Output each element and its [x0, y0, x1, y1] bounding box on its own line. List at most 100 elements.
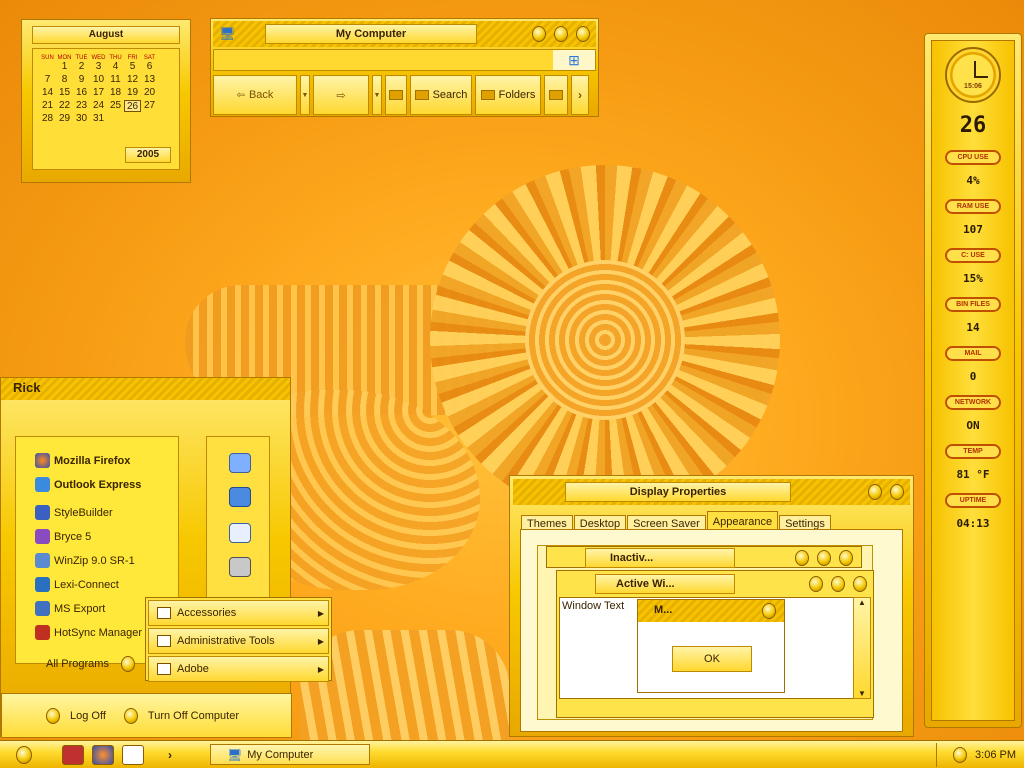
widget-label[interactable]: UPTIME	[945, 493, 1001, 508]
calendar-day[interactable]: 27	[141, 100, 158, 112]
calendar-day[interactable]: 13	[141, 74, 158, 86]
program-icon	[35, 529, 50, 544]
start-menu-places-pane	[206, 436, 270, 606]
calendar-day[interactable]: 7	[39, 74, 56, 86]
calendar-day[interactable]: 12	[124, 74, 141, 86]
back-button[interactable]: ⇦ Back	[213, 75, 297, 115]
all-programs-label: All Programs	[46, 658, 109, 670]
turn-off-icon[interactable]	[123, 707, 138, 724]
calendar-day[interactable]: 29	[56, 113, 73, 125]
calendar-day[interactable]: 31	[90, 113, 107, 125]
printers-icon[interactable]	[229, 557, 251, 577]
calendar-day[interactable]: 8	[56, 74, 73, 86]
widget-label[interactable]: RAM USE	[945, 199, 1001, 214]
calendar-day[interactable]: 6	[141, 61, 158, 73]
calendar-day[interactable]: 19	[124, 87, 141, 99]
log-off-icon[interactable]	[46, 707, 60, 724]
control-panel-icon[interactable]	[229, 523, 251, 543]
maximize-button[interactable]	[554, 26, 568, 42]
program-folder-adobe[interactable]: Adobe ▶	[148, 656, 329, 682]
calendar-day[interactable]: 10	[90, 74, 107, 86]
turn-off-button[interactable]: Turn Off Computer	[148, 710, 239, 722]
my-computer-titlebar[interactable]: 🖥 My Computer	[213, 21, 596, 47]
widget-label[interactable]: BIN FILES	[945, 297, 1001, 312]
forward-button[interactable]: ⇨	[313, 75, 369, 115]
start-menu-item[interactable]: StyleBuilder	[35, 505, 113, 520]
wallpaper-flower	[430, 165, 780, 515]
preview-close-icon	[762, 603, 776, 619]
calendar-year[interactable]: 2005	[125, 147, 171, 163]
help-button[interactable]	[868, 484, 882, 500]
calendar-day[interactable]: 16	[73, 87, 90, 99]
calendar-day[interactable]: 25	[107, 100, 124, 112]
calendar-day[interactable]: 17	[90, 87, 107, 99]
calendar-day[interactable]: 20	[141, 87, 158, 99]
preview-active-window: Active Wi... Window Text ▲ ▼ M... OK	[556, 570, 874, 718]
folders-button[interactable]: Folders	[475, 75, 541, 115]
start-menu-item[interactable]: MS Export	[35, 601, 105, 616]
log-off-button[interactable]: Log Off	[70, 710, 106, 722]
all-programs-submenu: Accessories ▶ Administrative Tools ▶ Ado…	[145, 597, 332, 682]
back-dropdown-button[interactable]: ▼	[300, 75, 310, 115]
tray-icon[interactable]	[953, 747, 968, 763]
search-icon	[414, 90, 429, 100]
start-menu-item[interactable]: Outlook Express	[35, 477, 141, 492]
quicklaunch-expand-icon[interactable]: ›	[168, 748, 172, 762]
widget-label[interactable]: NETWORK	[945, 395, 1001, 410]
calendar-day[interactable]: 22	[56, 100, 73, 112]
calendar-day[interactable]: 28	[39, 113, 56, 125]
widget-label[interactable]: CPU USE	[945, 150, 1001, 165]
all-programs-button[interactable]: All Programs	[46, 656, 135, 672]
close-button[interactable]	[576, 26, 590, 42]
calendar-day[interactable]: 4	[107, 61, 124, 73]
calendar-day[interactable]: 2	[73, 61, 90, 73]
display-properties-titlebar[interactable]: Display Properties	[513, 479, 910, 505]
start-menu-item[interactable]: Lexi-Connect	[35, 577, 119, 592]
program-folder-accessories[interactable]: Accessories ▶	[148, 600, 329, 626]
start-button[interactable]	[16, 745, 32, 764]
address-bar[interactable]: ⊞	[213, 49, 596, 71]
close-button[interactable]	[890, 484, 904, 500]
calendar-day[interactable]: 14	[39, 87, 56, 99]
firefox-icon	[35, 453, 50, 468]
views-button[interactable]	[544, 75, 568, 115]
taskbar-button-my-computer[interactable]: 🖥 My Computer	[210, 744, 370, 765]
calendar-day[interactable]: 9	[73, 74, 90, 86]
firefox-icon[interactable]	[92, 744, 114, 765]
computer-icon: 🖥	[227, 747, 243, 762]
calendar-day[interactable]: 5	[124, 61, 141, 73]
program-folder-icon	[157, 663, 171, 675]
calendar-day[interactable]: 3	[90, 61, 107, 73]
start-menu-item[interactable]: HotSync Manager	[35, 625, 142, 640]
toolbar-overflow-button[interactable]: ›	[571, 75, 589, 115]
start-menu-item[interactable]: Mozilla Firefox	[35, 453, 130, 468]
program-folder-label: Accessories	[177, 607, 237, 619]
calendar-day[interactable]: 15	[56, 87, 73, 99]
calendar-day[interactable]: 18	[107, 87, 124, 99]
start-menu-item[interactable]: WinZip 9.0 SR-1	[35, 553, 135, 568]
calendar-day[interactable]: 24	[90, 100, 107, 112]
network-icon[interactable]	[229, 487, 251, 507]
calendar-day[interactable]: 26	[124, 100, 141, 112]
search-button[interactable]: Search	[410, 75, 472, 115]
widget-label[interactable]: MAIL	[945, 346, 1001, 361]
system-tray: 3:06 PM	[936, 743, 1024, 767]
show-desktop-icon[interactable]	[122, 744, 144, 765]
widget-label[interactable]: C: USE	[945, 248, 1001, 263]
program-folder-administrative-tools[interactable]: Administrative Tools ▶	[148, 628, 329, 654]
calendar-day[interactable]: 23	[73, 100, 90, 112]
calendar-day[interactable]: 30	[73, 113, 90, 125]
tray-clock[interactable]: 3:06 PM	[975, 749, 1016, 761]
my-documents-icon[interactable]	[229, 453, 251, 473]
up-button[interactable]	[385, 75, 407, 115]
start-menu-item-label: WinZip 9.0 SR-1	[54, 554, 135, 567]
calendar-month: August	[32, 26, 180, 44]
minimize-button[interactable]	[532, 26, 546, 42]
quicklaunch-app-icon[interactable]	[62, 744, 84, 765]
forward-dropdown-button[interactable]: ▼	[372, 75, 382, 115]
calendar-day[interactable]: 21	[39, 100, 56, 112]
calendar-day[interactable]: 11	[107, 74, 124, 86]
widget-label[interactable]: TEMP	[945, 444, 1001, 459]
calendar-day[interactable]: 1	[56, 61, 73, 73]
start-menu-item[interactable]: Bryce 5	[35, 529, 91, 544]
